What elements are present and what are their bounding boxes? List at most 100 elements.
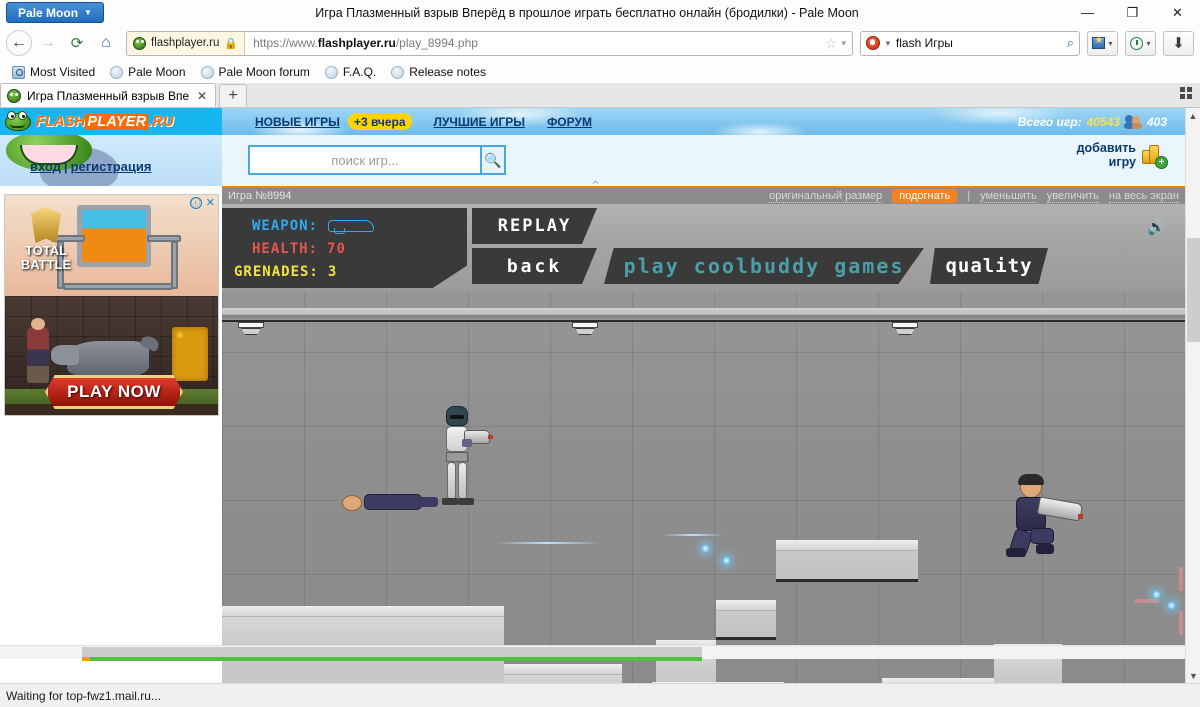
url-path: /play_8994.php	[395, 36, 478, 50]
new-tab-button[interactable]: +	[219, 84, 247, 107]
browser-window: Pale Moon ▼ Игра Плазменный взрыв Вперёд…	[0, 0, 1200, 707]
bookmark-item-most-visited[interactable]: Most Visited	[6, 63, 101, 81]
nav-item-new-games[interactable]: НОВЫЕ ИГРЫ	[255, 115, 340, 129]
bookmark-star-icon[interactable]: ☆	[821, 35, 842, 52]
advertisement-banner[interactable]: TOTAL BATTLE PLAY NOW ⓘ ✕	[4, 194, 219, 416]
tab-label: Игра Плазменный взрыв Вперёд в ...	[27, 88, 189, 103]
plasma-orb	[722, 556, 731, 565]
status-text: Waiting for top-fwz1.mail.ru...	[6, 688, 161, 703]
increase-size-link[interactable]: увеличить	[1046, 190, 1099, 203]
ad-play-now-button[interactable]: PLAY NOW	[45, 375, 183, 409]
ceiling-lamp-icon	[892, 322, 918, 335]
status-bar: Waiting for top-fwz1.mail.ru...	[0, 683, 1200, 707]
game-canvas[interactable]: WEAPON: HEALTH: 70 GRENADES: 3 REPLAY ba…	[222, 204, 1185, 683]
add-game-button[interactable]: добавить игру +	[1077, 141, 1168, 169]
fallen-enemy-character	[342, 492, 438, 514]
total-games-value: 40543	[1086, 114, 1120, 129]
links-separator: |	[63, 159, 68, 174]
tab-active[interactable]: Игра Плазменный взрыв Вперёд в ... ✕	[0, 83, 216, 107]
vertical-scrollbar-thumb[interactable]	[1187, 238, 1200, 342]
badge-new-games-count: +3 вчера	[347, 113, 412, 130]
player-boot-left	[442, 498, 458, 505]
chevron-down-icon: ▼	[84, 8, 92, 17]
users-online-value: 403	[1146, 114, 1167, 129]
site-logo[interactable]: FLASH PLAYER .RU	[0, 108, 222, 135]
bookmarks-menu-button[interactable]: ▾	[1087, 30, 1118, 56]
game-platform	[776, 540, 918, 582]
list-all-tabs-icon[interactable]	[1180, 87, 1194, 101]
search-bar[interactable]: ▼ flash Игры ⌕	[860, 30, 1080, 56]
original-size-link[interactable]: оригинальный размер	[769, 190, 883, 203]
register-link[interactable]: регистрация	[71, 159, 152, 174]
decrease-size-link[interactable]: уменьшить	[980, 190, 1037, 203]
scroll-down-arrow-icon[interactable]: ▼	[1186, 668, 1200, 683]
quality-button[interactable]: quality	[930, 248, 1048, 284]
search-engine-icon[interactable]	[866, 36, 880, 50]
search-input[interactable]: flash Игры	[896, 36, 1063, 50]
forward-button[interactable]: →	[35, 30, 61, 56]
game-hud-bar: WEAPON: HEALTH: 70 GRENADES: 3 REPLAY ba…	[222, 204, 1185, 292]
maximize-button[interactable]: ❐	[1110, 0, 1155, 25]
nav-item-forum[interactable]: ФОРУМ	[547, 115, 592, 129]
history-menu-button[interactable]: ▾	[1125, 30, 1156, 56]
window-controls: — ❐ ✕	[1065, 0, 1200, 25]
speaker-icon[interactable]: 🔊	[1147, 218, 1169, 236]
site-nav: НОВЫЕ ИГРЫ +3 вчера ЛУЧШИЕ ИГРЫ ФОРУМ	[255, 108, 592, 135]
game-meta-bar: Игра №8994 оригинальный размер подогнать…	[222, 188, 1185, 204]
aim-crosshair-icon	[1135, 567, 1185, 635]
close-button[interactable]: ✕	[1155, 0, 1200, 25]
info-icon[interactable]: ⓘ	[189, 196, 202, 209]
coins-icon: +	[1141, 142, 1168, 169]
globe-icon	[200, 65, 214, 79]
tab-close-icon[interactable]: ✕	[195, 89, 209, 103]
home-button[interactable]: ⌂	[93, 30, 119, 56]
site-identity-block[interactable]: flashplayer.ru 🔒	[127, 31, 246, 55]
minimize-button[interactable]: —	[1065, 0, 1110, 25]
site-search-input[interactable]: поиск игр...	[248, 145, 480, 175]
pale-moon-menu-button[interactable]: Pale Moon ▼	[6, 2, 104, 23]
fullscreen-link[interactable]: на весь экран	[1108, 190, 1179, 203]
bookmark-item-pale-moon-forum[interactable]: Pale Moon forum	[195, 63, 316, 81]
ad-pipe	[63, 283, 173, 290]
url-prefix: https://www.	[253, 36, 318, 50]
hud-health-row: HEALTH: 70	[222, 237, 467, 260]
progress-tick	[82, 657, 90, 661]
scroll-up-arrow-icon[interactable]: ▲	[1186, 108, 1200, 123]
back-button[interactable]: ←	[6, 30, 32, 56]
enemy-hair	[1018, 474, 1044, 485]
bookmark-item-faq[interactable]: F.A.Q.	[319, 63, 382, 81]
address-bar[interactable]: flashplayer.ru 🔒 https://www. flashplayer…	[126, 30, 853, 56]
login-link[interactable]: вход	[30, 159, 61, 174]
replay-button[interactable]: REPLAY	[472, 208, 597, 244]
site-identity-label: flashplayer.ru	[151, 37, 220, 49]
plasma-orb	[1152, 590, 1161, 599]
site-search-button[interactable]: 🔍	[480, 145, 506, 175]
search-icon[interactable]: ⌕	[1067, 35, 1074, 51]
vertical-scrollbar[interactable]: ▲ ▼	[1185, 108, 1200, 683]
fit-size-button[interactable]: подогнать	[892, 189, 958, 203]
frog-mascot-icon	[4, 110, 32, 134]
ad-brand-logo: TOTAL BATTLE	[15, 207, 77, 271]
health-value: 70	[327, 240, 346, 257]
back-button-game[interactable]: back	[472, 248, 597, 284]
hud-grenades-row: GRENADES: 3	[222, 260, 467, 283]
bookmark-label: Most Visited	[30, 65, 96, 79]
ad-wolf-figure	[51, 341, 149, 377]
downloads-button[interactable]: ⬇	[1163, 30, 1194, 56]
enemy-weapon-muzzle	[1078, 514, 1083, 519]
tab-favicon-frog-icon	[7, 88, 21, 103]
plasma-shot	[662, 534, 724, 536]
chevron-down-icon[interactable]: ▼	[884, 39, 892, 48]
bookmarks-toolbar: Most Visited Pale Moon Pale Moon forum F…	[0, 61, 1200, 83]
chevron-down-icon[interactable]: ▾	[841, 38, 852, 49]
bookmark-item-release-notes[interactable]: Release notes	[385, 63, 492, 81]
reload-button[interactable]: ⟳	[64, 30, 90, 56]
close-icon[interactable]: ✕	[206, 196, 215, 209]
player-hand	[462, 439, 472, 447]
play-coolbuddy-games-button[interactable]: play coolbuddy games	[604, 248, 924, 284]
nav-item-best-games[interactable]: ЛУЧШИЕ ИГРЫ	[434, 115, 526, 129]
grenades-value: 3	[327, 263, 338, 280]
bookmark-item-pale-moon[interactable]: Pale Moon	[104, 63, 191, 81]
site-header: FLASH PLAYER .RU НОВЫЕ ИГРЫ +3 вчера ЛУЧШИ…	[0, 108, 1185, 135]
users-online-icon	[1123, 114, 1142, 129]
